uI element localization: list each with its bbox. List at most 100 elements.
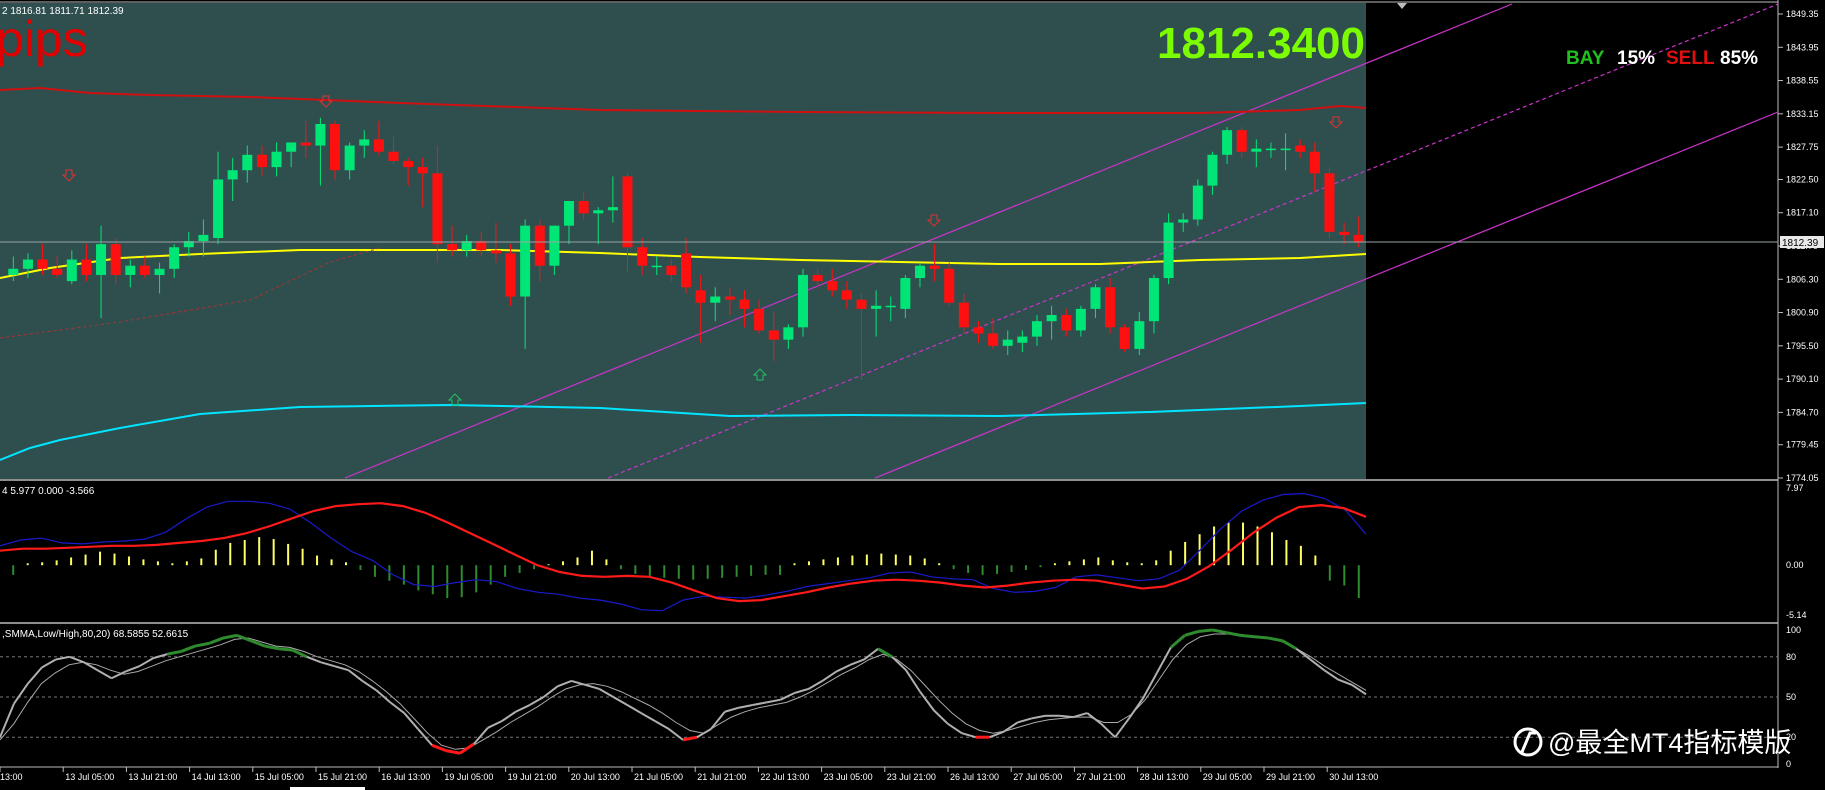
- candle-body: [286, 142, 297, 152]
- time-tick-label: 28 Jul 13:00: [1140, 772, 1189, 782]
- time-tick-label: 16 Jul 13:00: [381, 772, 430, 782]
- stochastic-main-segment: [1254, 635, 1269, 640]
- candle-body: [154, 268, 165, 275]
- candle-body: [1280, 148, 1291, 151]
- price-tick-label: 1822.50: [1786, 174, 1819, 184]
- candle-body: [1251, 148, 1262, 152]
- candle-body: [607, 207, 618, 211]
- candle-body: [871, 305, 882, 309]
- current-price-tag: 1812.39: [1782, 238, 1819, 249]
- price-tick-label: 1849.35: [1786, 9, 1819, 19]
- candle-body: [242, 154, 253, 171]
- candle-body: [1090, 287, 1101, 309]
- candle-body: [651, 265, 662, 268]
- candle-body: [1119, 327, 1130, 349]
- time-tick-label: 15 Jul 21:00: [318, 772, 367, 782]
- candle-body: [754, 308, 765, 331]
- candle-body: [447, 244, 458, 251]
- candle-body: [578, 201, 589, 214]
- candle-body: [958, 302, 969, 328]
- candle-body: [169, 247, 180, 269]
- candle-body: [344, 145, 355, 171]
- price-tick-label: 1795.50: [1786, 341, 1819, 351]
- candle-body: [1061, 315, 1072, 331]
- candle-body: [8, 268, 19, 275]
- price-tick-label: 1843.95: [1786, 42, 1819, 52]
- price-tick-label: 1779.45: [1786, 440, 1819, 450]
- candle-body: [388, 151, 399, 161]
- candle-body: [827, 281, 838, 291]
- stochastic-tick-label: 0: [1786, 759, 1791, 769]
- time-tick-label: 13 Jul 21:00: [128, 772, 177, 782]
- candle-body: [1295, 145, 1306, 152]
- candle-body: [710, 296, 721, 303]
- bay-label: BAY: [1566, 48, 1605, 69]
- price-tick-label: 1800.90: [1786, 308, 1819, 318]
- stochastic-main-segment: [1240, 633, 1255, 639]
- candle-body: [988, 333, 999, 346]
- candle-body: [637, 247, 648, 266]
- candle-body: [22, 259, 33, 269]
- candle-body: [403, 160, 414, 168]
- candle-body: [929, 265, 940, 269]
- candle-body: [797, 274, 808, 328]
- candle-body: [622, 176, 633, 248]
- time-tick-label: 13:00: [0, 772, 23, 782]
- candle-body: [227, 170, 238, 180]
- candle-body: [505, 253, 516, 297]
- candle-body: [1207, 154, 1218, 186]
- time-tick-label: 21 Jul 21:00: [697, 772, 746, 782]
- candle-body: [1163, 222, 1174, 279]
- candle-body: [1353, 234, 1364, 242]
- candle-body: [973, 327, 984, 334]
- macd-tick-label: 0.00: [1786, 560, 1804, 570]
- candle-body: [1192, 185, 1203, 220]
- stochastic-main-segment: [1059, 714, 1074, 719]
- price-tick-label: 1790.10: [1786, 374, 1819, 384]
- candle-body: [1236, 130, 1247, 152]
- current-price-big: 1812.3400: [1157, 19, 1365, 68]
- sell-percent: 85%: [1720, 48, 1758, 69]
- candle-body: [724, 296, 735, 300]
- stochastic-tick-label: 50: [1786, 692, 1796, 702]
- candle-body: [944, 268, 955, 303]
- time-tick-label: 27 Jul 21:00: [1076, 772, 1125, 782]
- candle-body: [432, 173, 443, 245]
- candle-body: [1339, 231, 1350, 235]
- candle-body: [417, 167, 428, 174]
- candle-body: [520, 225, 531, 297]
- macd-tick-label: -5.14: [1786, 610, 1807, 620]
- stochastic-main-segment: [278, 647, 293, 652]
- candle-body: [66, 259, 77, 282]
- macd-label: 4 5.977 0.000 -3.566: [2, 486, 95, 497]
- candle-body: [1309, 151, 1320, 174]
- time-tick-label: 20 Jul 13:00: [571, 772, 620, 782]
- candle-body: [534, 225, 545, 266]
- candle-body: [681, 253, 691, 288]
- time-tick-label: 29 Jul 21:00: [1266, 772, 1315, 782]
- candle-body: [96, 244, 107, 275]
- candle-body: [1178, 219, 1189, 223]
- time-tick-label: 27 Jul 05:00: [1013, 772, 1062, 782]
- candle-body: [359, 139, 370, 146]
- candle-body: [900, 278, 911, 309]
- stochastic-tick-label: 100: [1786, 625, 1801, 635]
- candle-body: [300, 142, 311, 146]
- watermark: @最全MT4指标模版: [1513, 727, 1791, 758]
- pips-label: pips: [0, 11, 88, 67]
- candle-body: [1002, 339, 1013, 346]
- candle-body: [110, 244, 121, 275]
- candle-body: [125, 265, 136, 275]
- candle-body: [1134, 321, 1145, 349]
- candle-body: [52, 268, 63, 275]
- candle-body: [139, 265, 150, 275]
- candle-body: [739, 299, 750, 309]
- trading-chart[interactable]: 1849.35 1843.95 1838.55 1833.15 1827.75 1822.…: [0, 0, 1825, 790]
- candle-body: [81, 259, 92, 275]
- stochastic-main-segment: [1198, 628, 1213, 633]
- price-tick-label: 1774.05: [1786, 473, 1819, 483]
- candle-body: [1031, 321, 1042, 337]
- candle-body: [768, 330, 779, 340]
- candle-body: [783, 327, 794, 340]
- candle-body: [1222, 130, 1233, 155]
